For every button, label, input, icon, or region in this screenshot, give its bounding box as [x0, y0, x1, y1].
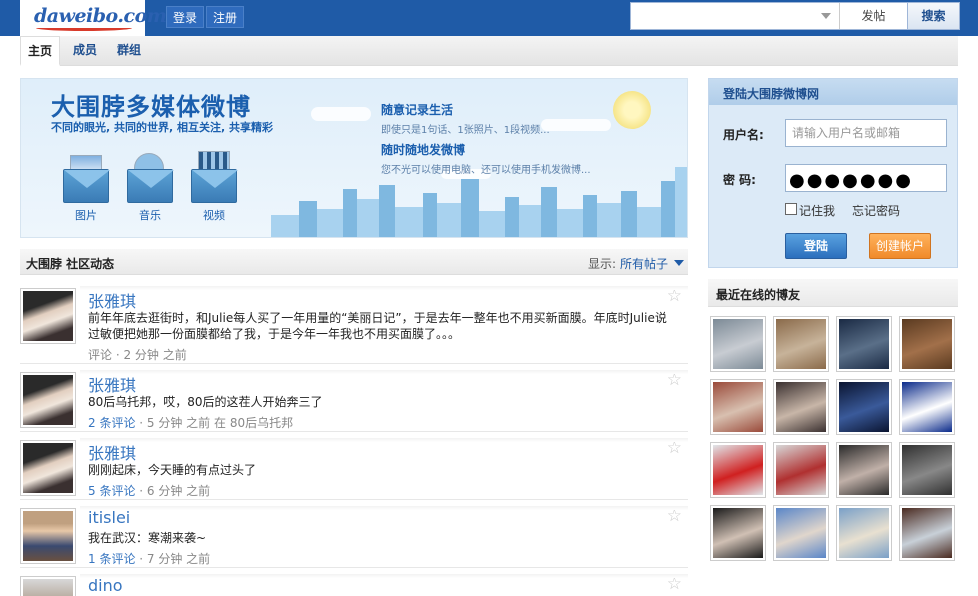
chevron-down-icon[interactable]	[821, 13, 831, 19]
cloud-decoration	[541, 119, 611, 131]
online-user-avatar[interactable]	[836, 379, 892, 435]
feed-item: 张雅琪 80后乌托邦，哎，80后的这茬人开始奔三了 2 条评论 · 5 分钟 之…	[20, 370, 688, 432]
envelope-icon	[191, 169, 238, 203]
search-input[interactable]	[631, 3, 837, 29]
post-meta: 1 条评论 · 7 分钟 之前	[88, 552, 211, 566]
post-meta: 2 条评论 · 5 分钟 之前 在 80后乌托邦	[88, 416, 294, 430]
avatar[interactable]	[20, 372, 76, 428]
author-name[interactable]: 张雅琪	[88, 288, 136, 312]
avatar[interactable]	[20, 440, 76, 496]
online-user-avatar[interactable]	[773, 505, 829, 561]
banner-title: 大围脖多媒体微博	[51, 93, 251, 121]
online-users-header: 最近在线的博友	[708, 279, 958, 307]
star-icon[interactable]: ☆	[667, 506, 682, 526]
star-icon[interactable]: ☆	[667, 438, 682, 458]
remember-checkbox[interactable]	[785, 203, 797, 215]
online-user-avatar[interactable]	[710, 316, 766, 372]
avatar[interactable]	[20, 508, 76, 564]
envelope-icon	[63, 169, 110, 203]
post-time: 5 分钟 之前	[146, 416, 211, 430]
tab-members[interactable]: 成员	[66, 36, 104, 66]
site-logo[interactable]: daweibo.com	[34, 5, 167, 27]
feed-item: 张雅琪 前年年底去逛街时，和Julie每人买了一年用量的“美丽日记”，于是去年一…	[20, 286, 688, 364]
password-mask: ●●●●●●●	[789, 170, 913, 191]
online-user-avatar[interactable]	[710, 379, 766, 435]
logo-container[interactable]: daweibo.com	[20, 0, 167, 36]
author-name[interactable]: itislei	[88, 508, 130, 527]
post-text: 我在武汉：寒潮来袭~	[88, 531, 207, 545]
online-user-avatar[interactable]	[773, 379, 829, 435]
envelope-icon	[127, 169, 174, 203]
feed-item: 张雅琪 刚刚起床，今天睡的有点过头了 5 条评论 · 6 分钟 之前 ☆	[20, 438, 688, 500]
author-name[interactable]: 张雅琪	[88, 372, 136, 396]
post-text: 刚刚起床，今天睡的有点过头了	[88, 463, 257, 477]
feature-desc: 即使只是1句话、1张照片、1段视频...	[381, 125, 550, 136]
search-bar: 发帖 搜索	[630, 2, 960, 30]
comments-link[interactable]: 5 条评论	[88, 484, 135, 498]
promo-banner: 大围脖多媒体微博 不同的眼光, 共同的世界, 相互关注, 共享精彩 随意记录生活…	[20, 78, 688, 238]
register-link[interactable]: 注册	[206, 6, 245, 28]
comments-link[interactable]: 评论	[88, 348, 112, 362]
star-icon[interactable]: ☆	[667, 370, 682, 390]
filter-dropdown[interactable]: 所有帖子	[620, 255, 668, 272]
star-icon[interactable]: ☆	[667, 286, 682, 306]
login-header: 登陆大围脖微博网	[709, 79, 957, 105]
online-user-avatar[interactable]	[899, 442, 955, 498]
online-user-avatar[interactable]	[710, 442, 766, 498]
chevron-down-icon[interactable]	[674, 260, 684, 266]
post-time: 6 分钟 之前	[146, 484, 211, 498]
post-meta: 评论 · 2 分钟 之前	[88, 348, 187, 362]
feed-title: 大围脖 社区动态	[26, 257, 115, 271]
feed-header: 大围脖 社区动态 显示: 所有帖子	[20, 249, 688, 275]
login-title: 登陆大围脖微博网	[723, 87, 820, 101]
search-button[interactable]: 搜索	[907, 3, 959, 29]
post-text: 80后乌托邦，哎，80后的这茬人开始奔三了	[88, 395, 323, 409]
create-account-button[interactable]: 创建帐户	[869, 233, 931, 259]
password-label: 密 码:	[723, 173, 756, 187]
online-user-avatar[interactable]	[899, 379, 955, 435]
login-panel: 登陆大围脖微博网 用户名: 请输入用户名或邮箱 密 码: ●●●●●●● 记住我…	[708, 78, 958, 268]
forgot-password-link[interactable]: 忘记密码	[852, 202, 900, 219]
sun-icon	[613, 91, 651, 129]
filter-label: 显示:	[588, 257, 617, 271]
login-link[interactable]: 登录	[166, 6, 205, 28]
online-user-avatar[interactable]	[773, 316, 829, 372]
avatar[interactable]	[20, 288, 76, 344]
online-user-avatar[interactable]	[773, 442, 829, 498]
post-location[interactable]: 在 80后乌托邦	[214, 416, 293, 430]
main-nav: 主页 成员 群组	[20, 36, 958, 66]
top-bar: daweibo.com 登录 注册 发帖 搜索	[0, 0, 978, 36]
post-time: 7 分钟 之前	[146, 552, 211, 566]
tab-groups[interactable]: 群组	[110, 36, 148, 66]
avatar[interactable]	[20, 576, 76, 596]
remember-label[interactable]: 记住我	[799, 202, 835, 219]
online-user-avatar[interactable]	[836, 505, 892, 561]
online-user-avatar[interactable]	[899, 316, 955, 372]
feature-title: 随意记录生活	[381, 103, 454, 117]
post-time: 2 分钟 之前	[123, 348, 187, 362]
online-user-avatar[interactable]	[836, 442, 892, 498]
feed-item: dino ☆	[20, 574, 688, 596]
banner-subtitle: 不同的眼光, 共同的世界, 相互关注, 共享精彩	[51, 121, 274, 134]
online-user-avatar[interactable]	[710, 505, 766, 561]
post-button[interactable]: 发帖	[839, 3, 907, 29]
login-button[interactable]: 登陆	[785, 233, 847, 259]
feature-desc: 您不光可以使用电脑、还可以使用手机发微博...	[381, 165, 591, 176]
author-name[interactable]: 张雅琪	[88, 440, 136, 464]
cloud-decoration	[311, 107, 371, 121]
post-text: 前年年底去逛街时，和Julie每人买了一年用量的“美丽日记”，于是去年一整年也不…	[88, 311, 667, 341]
tab-home[interactable]: 主页	[20, 36, 61, 66]
author-name[interactable]: dino	[88, 576, 123, 595]
comments-link[interactable]: 2 条评论	[88, 416, 135, 430]
username-label: 用户名:	[723, 128, 764, 142]
feature-title: 随时随地发微博	[381, 143, 466, 157]
online-users-title: 最近在线的博友	[716, 288, 801, 302]
comments-link[interactable]: 1 条评论	[88, 552, 135, 566]
online-user-avatar[interactable]	[899, 505, 955, 561]
post-meta: 5 条评论 · 6 分钟 之前	[88, 484, 211, 498]
feed-item: itislei 我在武汉：寒潮来袭~ 1 条评论 · 7 分钟 之前 ☆	[20, 506, 688, 568]
star-icon[interactable]: ☆	[667, 574, 682, 594]
online-user-avatar[interactable]	[836, 316, 892, 372]
username-field[interactable]: 请输入用户名或邮箱	[785, 119, 947, 147]
